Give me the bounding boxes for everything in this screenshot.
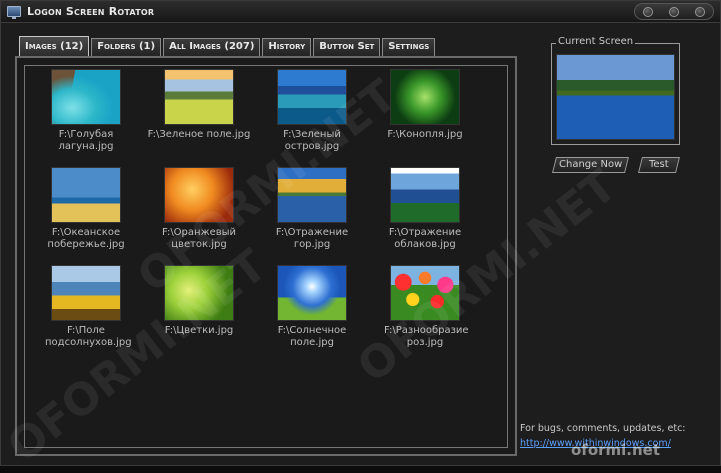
image-item[interactable]: F:\Оранжевый цветок.jpg	[144, 167, 254, 251]
title-bar[interactable]: Logon Screen Rotator	[1, 1, 720, 23]
image-caption: F:\Цветки.jpg	[164, 325, 234, 336]
tab-folders[interactable]: Folders (1)	[91, 38, 162, 56]
image-item[interactable]: F:\Голубая лагуна.jpg	[31, 69, 141, 153]
hemp-thumbnail[interactable]	[390, 69, 460, 125]
flowers-thumbnail[interactable]	[164, 265, 234, 321]
image-caption: F:\Отражение облаков.jpg	[388, 227, 462, 250]
footer-text: For bugs, comments, updates, etc:	[520, 423, 686, 434]
image-item[interactable]: F:\Конопля.jpg	[370, 69, 480, 141]
image-caption: F:\Солнечное поле.jpg	[277, 325, 347, 348]
image-item[interactable]: F:\Отражение облаков.jpg	[370, 167, 480, 251]
image-item[interactable]: F:\Зеленый остров.jpg	[257, 69, 367, 153]
image-item[interactable]: F:\Отражение гор.jpg	[257, 167, 367, 251]
close-button[interactable]	[695, 6, 705, 17]
tab-all-images[interactable]: All Images (207)	[163, 38, 261, 56]
image-caption: F:\Поле подсолнухов.jpg	[45, 325, 132, 348]
sunflower-field-thumbnail[interactable]	[51, 265, 121, 321]
change-now-label: Change Now	[558, 159, 623, 170]
window-controls	[634, 3, 714, 20]
image-item[interactable]: F:\Поле подсолнухов.jpg	[31, 265, 141, 349]
image-caption: F:\Отражение гор.jpg	[275, 227, 349, 250]
sunny-field-thumbnail[interactable]	[277, 265, 347, 321]
green-island-thumbnail[interactable]	[277, 69, 347, 125]
image-caption: F:\Океанское побережье.jpg	[47, 227, 125, 250]
test-label: Test	[649, 159, 669, 170]
lagoon-thumbnail[interactable]	[51, 69, 121, 125]
current-screen-legend: Current Screen	[556, 36, 636, 47]
tab-bar: Images (12) Folders (1) All Images (207)…	[19, 36, 436, 57]
image-item[interactable]: F:\Цветки.jpg	[144, 265, 254, 337]
window-title: Logon Screen Rotator	[27, 5, 155, 18]
green-field-thumbnail[interactable]	[164, 69, 234, 125]
image-item[interactable]: F:\Зеленое поле.jpg	[144, 69, 254, 141]
orange-flower-thumbnail[interactable]	[164, 167, 234, 223]
image-caption: F:\Зеленый остров.jpg	[283, 129, 341, 152]
image-item[interactable]: F:\Разнообразие роз.jpg	[370, 265, 480, 349]
monitor-icon	[7, 6, 21, 19]
ocean-coast-thumbnail[interactable]	[51, 167, 121, 223]
tab-images[interactable]: Images (12)	[19, 36, 90, 57]
current-screen-group: Current Screen	[551, 36, 680, 145]
mountain-reflection-thumbnail[interactable]	[277, 167, 347, 223]
cloud-reflection-thumbnail[interactable]	[390, 167, 460, 223]
image-caption: F:\Конопля.jpg	[387, 129, 463, 140]
test-button[interactable]: Test	[638, 157, 680, 173]
app-window: Logon Screen Rotator Images (12) Folders…	[0, 0, 721, 473]
change-now-button[interactable]: Change Now	[552, 157, 629, 173]
tab-history[interactable]: History	[262, 38, 312, 56]
tab-button-set[interactable]: Button Set	[313, 38, 381, 56]
tab-settings[interactable]: Settings	[382, 38, 436, 56]
image-caption: F:\Разнообразие роз.jpg	[384, 325, 469, 348]
image-item[interactable]: F:\Солнечное поле.jpg	[257, 265, 367, 349]
footer-link[interactable]: http://www.withinwindows.com/	[520, 438, 671, 449]
image-item[interactable]: F:\Океанское побережье.jpg	[31, 167, 141, 251]
minimize-button[interactable]	[643, 6, 653, 17]
image-caption: F:\Оранжевый цветок.jpg	[161, 227, 237, 250]
image-caption: F:\Голубая лагуна.jpg	[58, 129, 114, 152]
tab-content-panel: F:\Голубая лагуна.jpg F:\Зеленое поле.jp…	[15, 56, 517, 456]
current-screen-preview	[556, 54, 675, 140]
rose-variety-thumbnail[interactable]	[390, 265, 460, 321]
image-grid[interactable]: F:\Голубая лагуна.jpg F:\Зеленое поле.jp…	[24, 65, 508, 448]
maximize-button[interactable]	[669, 6, 679, 17]
image-caption: F:\Зеленое поле.jpg	[147, 129, 251, 140]
